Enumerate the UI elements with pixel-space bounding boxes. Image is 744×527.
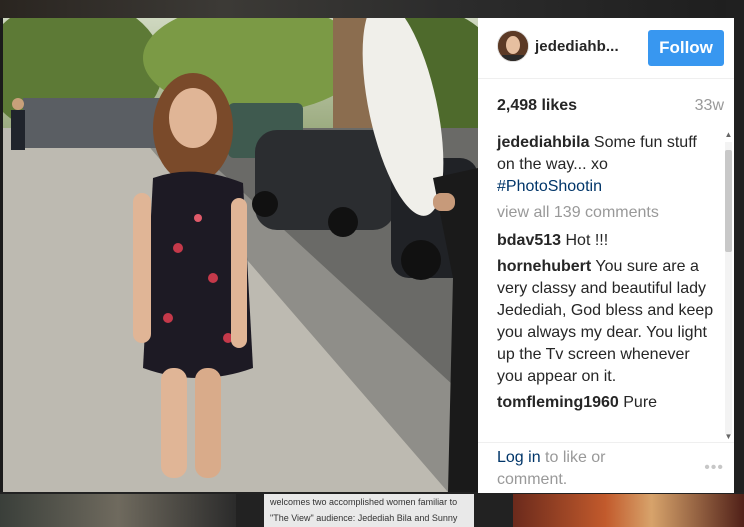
post-photo[interactable] — [3, 18, 478, 492]
background-top-strip — [0, 0, 744, 18]
comment-item: bdav513 Hot !!! — [497, 230, 717, 252]
follow-button[interactable]: Follow — [648, 30, 724, 66]
login-link[interactable]: Log in — [497, 449, 541, 466]
post-header: jedediahb... Follow — [478, 18, 734, 79]
post-side-panel: jedediahb... Follow 2,498 likes 33w jede… — [478, 18, 734, 493]
comment-username[interactable]: hornehubert — [497, 258, 591, 275]
scroll-down-arrow-icon[interactable]: ▼ — [724, 432, 733, 441]
comments-list: jedediahbila Some fun stuff on the way..… — [497, 132, 717, 418]
background-article-caption: welcomes two accomplished women familiar… — [264, 494, 474, 527]
comment-username[interactable]: tomfleming1960 — [497, 394, 619, 411]
comment-text: Hot !!! — [561, 232, 609, 249]
comment-item: hornehubert You sure are a very classy a… — [497, 256, 717, 388]
post-footer: Log in to like or comment. ••• — [478, 442, 734, 493]
caption: jedediahbila Some fun stuff on the way..… — [497, 132, 717, 198]
username-link[interactable]: jedediahb... — [535, 38, 619, 55]
more-options-icon[interactable]: ••• — [704, 459, 724, 477]
background-thumbnail-left — [0, 494, 236, 527]
post-age[interactable]: 33w — [695, 97, 724, 115]
background-thumbnail-right — [513, 494, 744, 527]
view-all-comments-link[interactable]: view all 139 comments — [497, 202, 717, 224]
scrollbar-thumb[interactable] — [725, 150, 732, 252]
login-prompt: Log in to like or comment. — [497, 447, 657, 491]
street-photo-illustration — [3, 18, 478, 492]
comments-scrollbar[interactable]: ▲ ▼ — [723, 130, 733, 442]
avatar-image — [498, 31, 528, 61]
comment-item: tomfleming1960 Pure — [497, 392, 717, 414]
caption-hashtag[interactable]: #PhotoShootin — [497, 178, 602, 195]
scroll-up-arrow-icon[interactable]: ▲ — [724, 130, 733, 139]
caption-username[interactable]: jedediahbila — [497, 134, 589, 151]
likes-count[interactable]: 2,498 likes — [497, 97, 577, 115]
comment-text: Pure — [618, 394, 658, 411]
avatar[interactable] — [497, 30, 529, 62]
comment-text: You sure are a very classy and beautiful… — [497, 258, 714, 385]
comment-username[interactable]: bdav513 — [497, 232, 561, 249]
